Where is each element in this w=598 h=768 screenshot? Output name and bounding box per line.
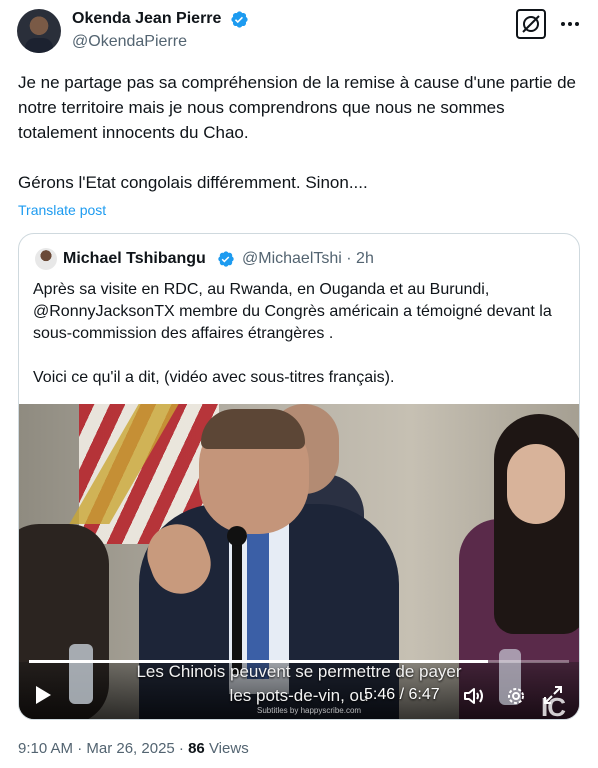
volume-icon[interactable] [462,684,486,708]
play-icon[interactable] [33,684,53,706]
gear-icon[interactable] [504,684,528,708]
video-microphone-stand [232,534,242,674]
video-subtitle-line-1: Les Chinois peuvent se permettre de paye… [136,662,462,681]
video-speaker-hair [201,409,305,449]
video-microphone [227,526,247,546]
post-text: Je ne partage pas sa compréhension de la… [18,73,576,192]
video-subtitle-line-2: les pots-de-vin, ou [229,686,369,705]
quote-avatar[interactable] [35,248,57,270]
views-count: 86 [188,740,205,757]
views-label: Views [204,740,249,757]
slash-circle-icon [522,15,540,33]
verified-badge-icon [231,11,248,28]
video-speaker-tie [247,529,269,679]
more-options-icon[interactable] [558,14,582,34]
video-time: 5:46 / 6:47 [364,686,440,703]
post-meta: 9:10 AM · Mar 26, 2025 · 86 Views [18,740,249,757]
avatar[interactable] [17,9,61,53]
translate-post-link[interactable]: Translate post [18,202,106,218]
quote-verified-badge-icon [218,251,234,267]
subtitle-watermark: Subtitles by happyscribe.com [257,706,362,715]
quote-handle-time: @MichaelTshi · 2h [242,250,374,267]
author-name[interactable]: Okenda Jean Pierre [72,9,221,29]
post-timestamp[interactable]: 9:10 AM · Mar 26, 2025 · [18,740,188,757]
video-woman-face [507,444,565,524]
author-handle[interactable]: @OkendaPierre [72,32,187,52]
channel-logo: IC [541,692,566,720]
grok-button[interactable] [516,9,546,39]
quote-author-name[interactable]: Michael Tshibangu [63,250,206,268]
video-player[interactable]: Les Chinois peuvent se permettre de paye… [19,404,579,720]
quote-text: Après sa visite en RDC, au Rwanda, en Ou… [33,281,552,386]
quoted-post[interactable]: Michael Tshibangu @MichaelTshi · 2h Aprè… [18,233,580,720]
